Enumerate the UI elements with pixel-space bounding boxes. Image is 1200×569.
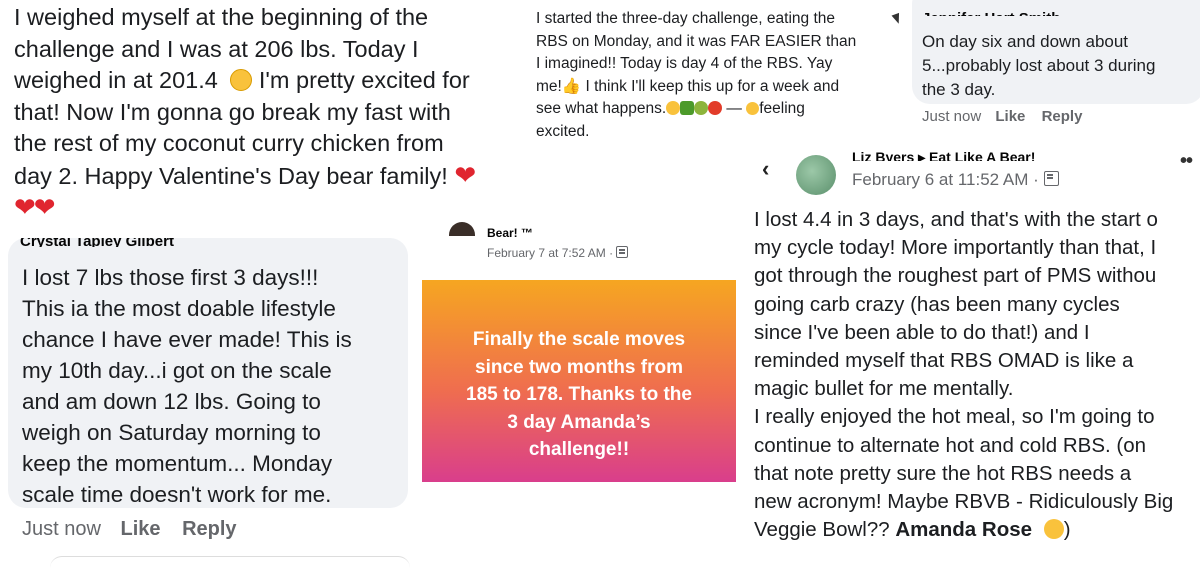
thinking-emoji-icon bbox=[1043, 518, 1064, 539]
hearts-emoji-icon: ❤❤ bbox=[14, 192, 56, 222]
thumbs-up-emoji-icon: 👍 bbox=[561, 77, 582, 95]
post-line: I weighed myself at the beginning of the bbox=[14, 4, 429, 30]
comment-time: Just now bbox=[922, 108, 982, 125]
comment-actions: Just now Like Reply bbox=[22, 518, 237, 541]
comment-line: 5...probably lost about 3 during bbox=[922, 56, 1156, 75]
post-line: reminded myself that RBS OMAD is like a bbox=[754, 349, 1134, 373]
colored-text-card: Finally the scale moves since two months… bbox=[422, 280, 736, 482]
commenter-name[interactable]: Crystal Tapley Gilbert bbox=[20, 238, 270, 247]
post-line: Veggie Bowl?? Amanda Rose ) bbox=[754, 516, 1200, 544]
post-line: magic bullet for me mentally. bbox=[754, 377, 1014, 401]
card-line: since two months from bbox=[475, 356, 683, 378]
post-line-part: I'm pretty excited for bbox=[252, 67, 470, 93]
post-text-top-left: I weighed myself at the beginning of the… bbox=[14, 2, 529, 224]
post-line-part: me! bbox=[536, 77, 562, 95]
post-line: weighed in at 201.4 I'm pretty excited f… bbox=[14, 65, 529, 97]
author-name[interactable]: Liz Byers ▸ Eat Like A Bear! bbox=[852, 150, 1142, 161]
post-line: I really enjoyed the hot meal, so I'm go… bbox=[754, 405, 1155, 429]
post-line: going carb crazy (has been many cycles bbox=[754, 292, 1120, 316]
more-options-icon[interactable]: •• bbox=[1180, 150, 1193, 173]
post-line: got through the roughest part of PMS wit… bbox=[754, 264, 1157, 288]
post-line: challenge and I was at 206 lbs. Today I bbox=[14, 35, 419, 62]
comment-line: On day six and down about bbox=[922, 32, 1129, 51]
like-button[interactable]: Like bbox=[121, 518, 161, 540]
card-line: 3 day Amanda’s bbox=[507, 411, 651, 433]
post-line: me!👍 I think I'll keep this up for a wee… bbox=[536, 76, 896, 99]
post-line: I started the three-day challenge, eatin… bbox=[536, 10, 836, 27]
post-line-part: weighed in at 201.4 bbox=[14, 67, 218, 93]
post-line: day 2. Happy Valentine's Day bear family… bbox=[14, 160, 529, 193]
comment-line: keep the momentum... Monday bbox=[22, 451, 333, 476]
audience-icon bbox=[616, 246, 629, 258]
audience-icon bbox=[1043, 171, 1059, 186]
leafy-greens-emoji-icon bbox=[680, 100, 695, 115]
mention-link[interactable]: Amanda Rose bbox=[895, 518, 1032, 541]
comment-line: This ia the most doable lifestyle bbox=[22, 296, 336, 321]
post-line-part: Veggie Bowl?? bbox=[754, 518, 896, 542]
post-line: new acronym! Maybe RBVB - Ridiculously B… bbox=[754, 490, 1174, 514]
post-line-part: see what happens. bbox=[536, 100, 667, 117]
post-line: see what happens. — feeling bbox=[536, 98, 896, 121]
card-line: challenge!! bbox=[528, 439, 630, 460]
post-line: I lost 4.4 in 3 days, and that's with th… bbox=[754, 208, 1158, 231]
grinning-emoji-icon bbox=[230, 68, 253, 91]
post-line: continue to alternate hot and cold RBS. … bbox=[754, 433, 1147, 457]
comment-line: weigh on Saturday morning to bbox=[22, 420, 321, 445]
comment-line: chance I have ever made! This is bbox=[22, 327, 352, 352]
timestamp-text[interactable]: February 7 at 7:52 AM · bbox=[487, 246, 613, 260]
post-line: RBS on Monday, and it was FAR EASIER tha… bbox=[536, 32, 857, 50]
comment-line: my 10th day...i got on the scale bbox=[22, 358, 332, 383]
reply-button[interactable]: Reply bbox=[1042, 108, 1083, 125]
comment-line: and am down 12 lbs. Going to bbox=[22, 389, 321, 414]
tomato-emoji-icon bbox=[708, 100, 723, 115]
post-timestamp[interactable]: February 7 at 7:52 AM · bbox=[487, 246, 629, 260]
comment-text-top-right: On day six and down about 5...probably l… bbox=[922, 30, 1155, 102]
avatar[interactable] bbox=[796, 155, 836, 195]
post-line: since I've been able to do that!) and I bbox=[754, 320, 1090, 344]
heart-emoji-icon: ❤ bbox=[454, 159, 477, 190]
post-line-part: I think I'll keep this up for a week and bbox=[581, 77, 840, 95]
post-line: that! Now I'm gonna go break my fast wit… bbox=[14, 98, 451, 125]
grinning-emoji-icon bbox=[666, 100, 681, 115]
post-line-part: — bbox=[722, 100, 747, 117]
post-line: my cycle today! More importantly than th… bbox=[754, 236, 1157, 260]
smiling-emoji-icon bbox=[746, 101, 760, 115]
card-line: Finally the scale moves bbox=[472, 329, 686, 350]
post-line-part: day 2. Happy Valentine's Day bear family… bbox=[14, 162, 448, 189]
post-line: excited. bbox=[536, 122, 590, 140]
comment-text-left: I lost 7 lbs those first 3 days!!! This … bbox=[22, 262, 352, 510]
back-chevron-icon[interactable]: ‹ bbox=[762, 156, 769, 182]
post-text-right: I lost 4.4 in 3 days, and that's with th… bbox=[754, 206, 1200, 544]
post-timestamp[interactable]: February 6 at 11:52 AM · bbox=[852, 170, 1059, 190]
comment-line: the 3 day. bbox=[922, 80, 996, 99]
next-comment-edge bbox=[50, 556, 410, 569]
reply-button[interactable]: Reply bbox=[182, 518, 236, 540]
avocado-emoji-icon bbox=[694, 100, 709, 115]
feeling-label: feeling bbox=[759, 100, 805, 117]
timestamp-text[interactable]: February 6 at 11:52 AM · bbox=[852, 170, 1039, 189]
card-line: 185 to 178. Thanks to the bbox=[466, 384, 692, 405]
comment-line: scale time doesn't work for me. bbox=[22, 482, 332, 507]
post-line: that note pretty sure the hot RBS needs … bbox=[754, 461, 1132, 485]
author-name[interactable]: Bear! ™ bbox=[487, 226, 533, 240]
comment-line: I lost 7 lbs those first 3 days!!! bbox=[22, 265, 319, 290]
post-text-top-middle: I started the three-day challenge, eatin… bbox=[536, 8, 896, 143]
commenter-name[interactable]: Jennifer Hart Smith bbox=[922, 8, 1122, 16]
comment-actions: Just now Like Reply bbox=[922, 108, 1082, 125]
comment-time: Just now bbox=[22, 518, 101, 540]
avatar[interactable] bbox=[449, 222, 475, 236]
post-line-part: ) bbox=[1063, 518, 1071, 542]
like-button[interactable]: Like bbox=[995, 108, 1025, 125]
post-line: the rest of my coconut curry chicken fro… bbox=[14, 130, 444, 156]
post-line: I imagined!! Today is day 4 of the RBS. … bbox=[536, 55, 833, 72]
